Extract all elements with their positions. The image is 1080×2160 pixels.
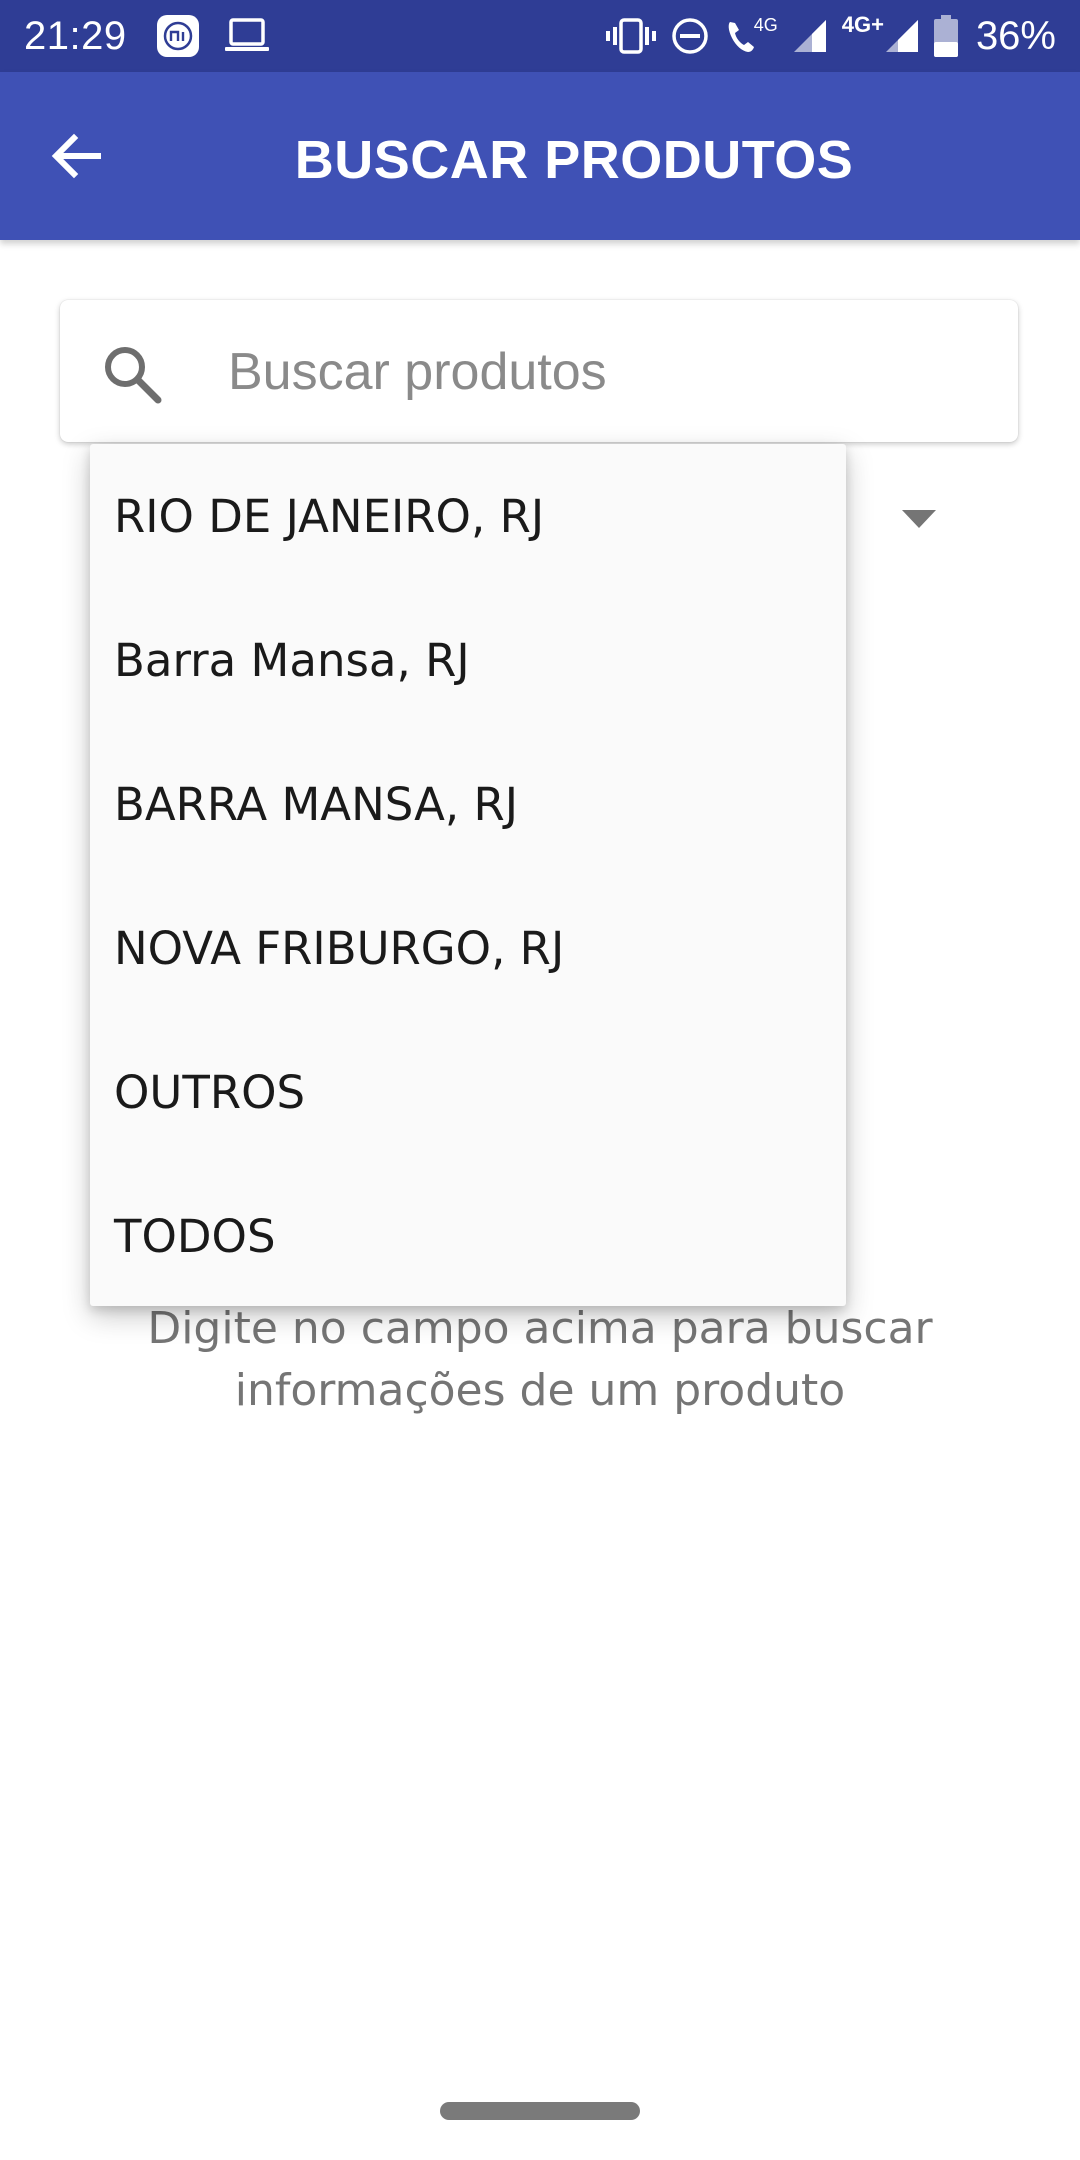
- dropdown-item-todos[interactable]: TODOS: [90, 1164, 846, 1308]
- dropdown-item-rio-de-janeiro[interactable]: RIO DE JANEIRO, RJ: [90, 444, 846, 588]
- status-right-icons: 4G 4G+ 36%: [605, 12, 1056, 60]
- status-left-icons: [156, 14, 270, 63]
- status-bar: 21:29 4G 4G+ 36%: [0, 0, 1080, 72]
- dropdown-item-barra-mansa-upper[interactable]: BARRA MANSA, RJ: [90, 732, 846, 876]
- search-icon: [105, 347, 162, 404]
- network-secondary: 4G+: [842, 14, 920, 54]
- dnd-icon: [670, 16, 710, 56]
- empty-state-hint: Digite no campo acima para buscar inform…: [147, 1303, 933, 1416]
- chevron-down-icon[interactable]: [902, 510, 936, 530]
- app-bar: BUSCAR PRODUTOS: [0, 72, 1080, 240]
- network-secondary-label: 4G+: [841, 12, 884, 37]
- screen: 21:29 4G 4G+ 36% BUSCAR PRODUTOS Buscar …: [0, 0, 1080, 2160]
- page-title: BUSCAR PRODUTOS: [294, 130, 854, 190]
- dropdown-item-nova-friburgo[interactable]: NOVA FRIBURGO, RJ: [90, 876, 846, 1020]
- search-input[interactable]: [228, 330, 988, 414]
- vibrate-icon: [605, 16, 656, 56]
- dropdown-item-barra-mansa[interactable]: Barra Mansa, RJ: [90, 588, 846, 732]
- laptop-icon: [224, 16, 270, 61]
- location-dropdown-menu: RIO DE JANEIRO, RJ Barra Mansa, RJ BARRA…: [90, 444, 846, 1306]
- volte-call-icon: 4G: [724, 15, 778, 56]
- signal-icon: [792, 18, 828, 54]
- status-time: 21:29: [24, 14, 127, 58]
- gesture-nav-bar[interactable]: [440, 2102, 640, 2120]
- network-primary-label: 4G: [753, 15, 778, 35]
- mi-icon: [156, 14, 200, 63]
- battery-percent: 36%: [975, 14, 1056, 58]
- battery-icon: [933, 15, 958, 57]
- dropdown-item-outros[interactable]: OUTROS: [90, 1020, 846, 1164]
- signal-icon-2: [885, 20, 918, 52]
